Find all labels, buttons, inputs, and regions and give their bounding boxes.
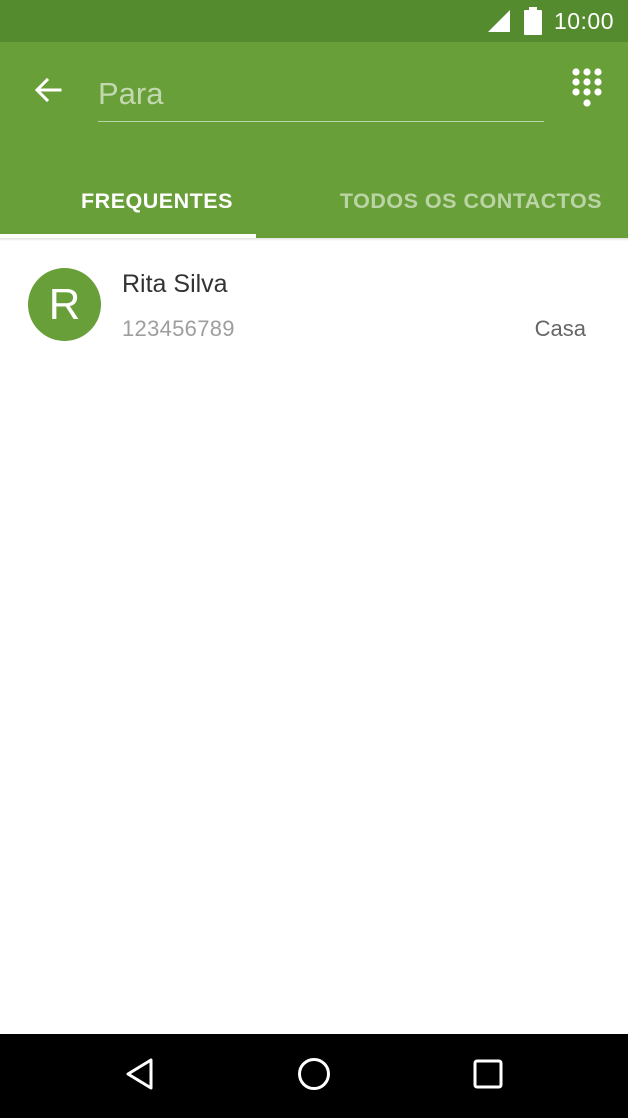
avatar: R xyxy=(28,268,101,341)
app-bar: FREQUENTES TODOS OS CONTACTOS xyxy=(0,42,628,238)
tab-bar: FREQUENTES TODOS OS CONTACTOS xyxy=(0,164,628,238)
contact-number: 123456789 xyxy=(122,316,235,341)
dialpad-button[interactable] xyxy=(566,66,608,114)
avatar-initial: R xyxy=(48,279,81,329)
back-icon xyxy=(124,1057,156,1096)
contact-list-item[interactable]: R Rita Silva 123456789 Casa xyxy=(0,242,628,366)
signal-icon xyxy=(486,8,512,34)
home-icon xyxy=(296,1056,332,1097)
recipient-search-input[interactable] xyxy=(98,66,544,122)
app-bar-shadow xyxy=(0,238,628,241)
status-bar: 10:00 xyxy=(0,0,628,42)
contact-number-type: Casa xyxy=(534,316,586,341)
back-button[interactable] xyxy=(24,68,72,116)
contact-name: Rita Silva xyxy=(122,270,228,298)
nav-recents-button[interactable] xyxy=(464,1054,512,1098)
navigation-bar xyxy=(0,1034,628,1118)
status-time: 10:00 xyxy=(553,7,614,34)
status-icons: 10:00 xyxy=(486,0,614,42)
recents-icon xyxy=(472,1058,504,1095)
battery-icon xyxy=(523,7,542,35)
nav-back-button[interactable] xyxy=(116,1054,164,1098)
tab-todos-os-contactos[interactable]: TODOS OS CONTACTOS xyxy=(314,164,628,238)
nav-home-button[interactable] xyxy=(290,1054,338,1098)
arrow-back-icon xyxy=(33,75,63,110)
dialpad-icon xyxy=(571,67,603,114)
tab-frequentes[interactable]: FREQUENTES xyxy=(0,164,314,238)
